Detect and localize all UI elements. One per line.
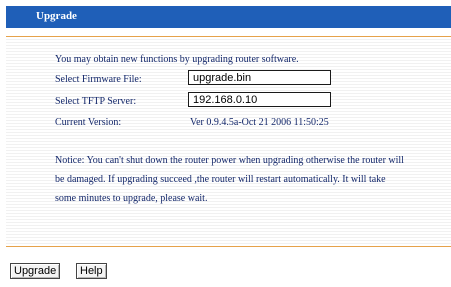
firmware-file-input[interactable]	[188, 70, 331, 85]
upgrade-button[interactable]: Upgrade	[10, 263, 61, 279]
content-area	[6, 37, 451, 245]
tftp-server-input[interactable]	[188, 92, 331, 107]
title-bar: Upgrade	[6, 6, 451, 28]
help-button[interactable]: Help	[76, 263, 107, 279]
intro-text: You may obtain new functions by upgradin…	[55, 54, 299, 65]
firmware-file-label: Select Firmware File:	[55, 74, 142, 85]
page-title: Upgrade	[36, 10, 77, 22]
bottom-divider	[6, 246, 451, 247]
current-version-value: Ver 0.9.4.5a-Oct 21 2006 11:50:25	[190, 117, 329, 128]
upgrade-notice: Notice: You can't shut down the router p…	[55, 155, 404, 204]
tftp-server-label: Select TFTP Server:	[55, 96, 137, 107]
current-version-label: Current Version:	[55, 117, 122, 128]
